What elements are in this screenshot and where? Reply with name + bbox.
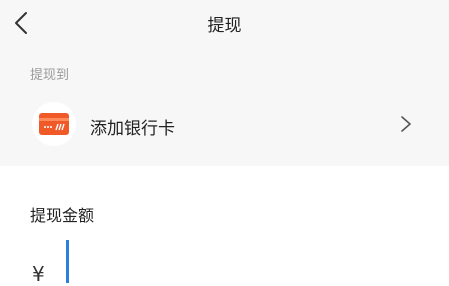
page-title: 提现 bbox=[207, 16, 242, 36]
bank-card-icon bbox=[39, 113, 69, 135]
text-cursor bbox=[66, 240, 69, 283]
bank-card-icon-container bbox=[32, 102, 76, 146]
add-bank-card-row[interactable]: 添加银行卡 bbox=[0, 100, 449, 152]
amount-input[interactable] bbox=[72, 238, 412, 283]
add-bank-card-label: 添加银行卡 bbox=[90, 119, 175, 139]
amount-input-row[interactable]: ¥ bbox=[30, 238, 420, 286]
withdraw-target-section: 提现 提现到 添加银行卡 bbox=[0, 0, 449, 166]
currency-symbol: ¥ bbox=[32, 262, 45, 286]
nav-bar: 提现 bbox=[0, 0, 449, 46]
withdraw-to-label: 提现到 bbox=[30, 68, 70, 83]
withdraw-amount-label: 提现金额 bbox=[30, 206, 95, 225]
chevron-right-icon bbox=[401, 116, 411, 132]
